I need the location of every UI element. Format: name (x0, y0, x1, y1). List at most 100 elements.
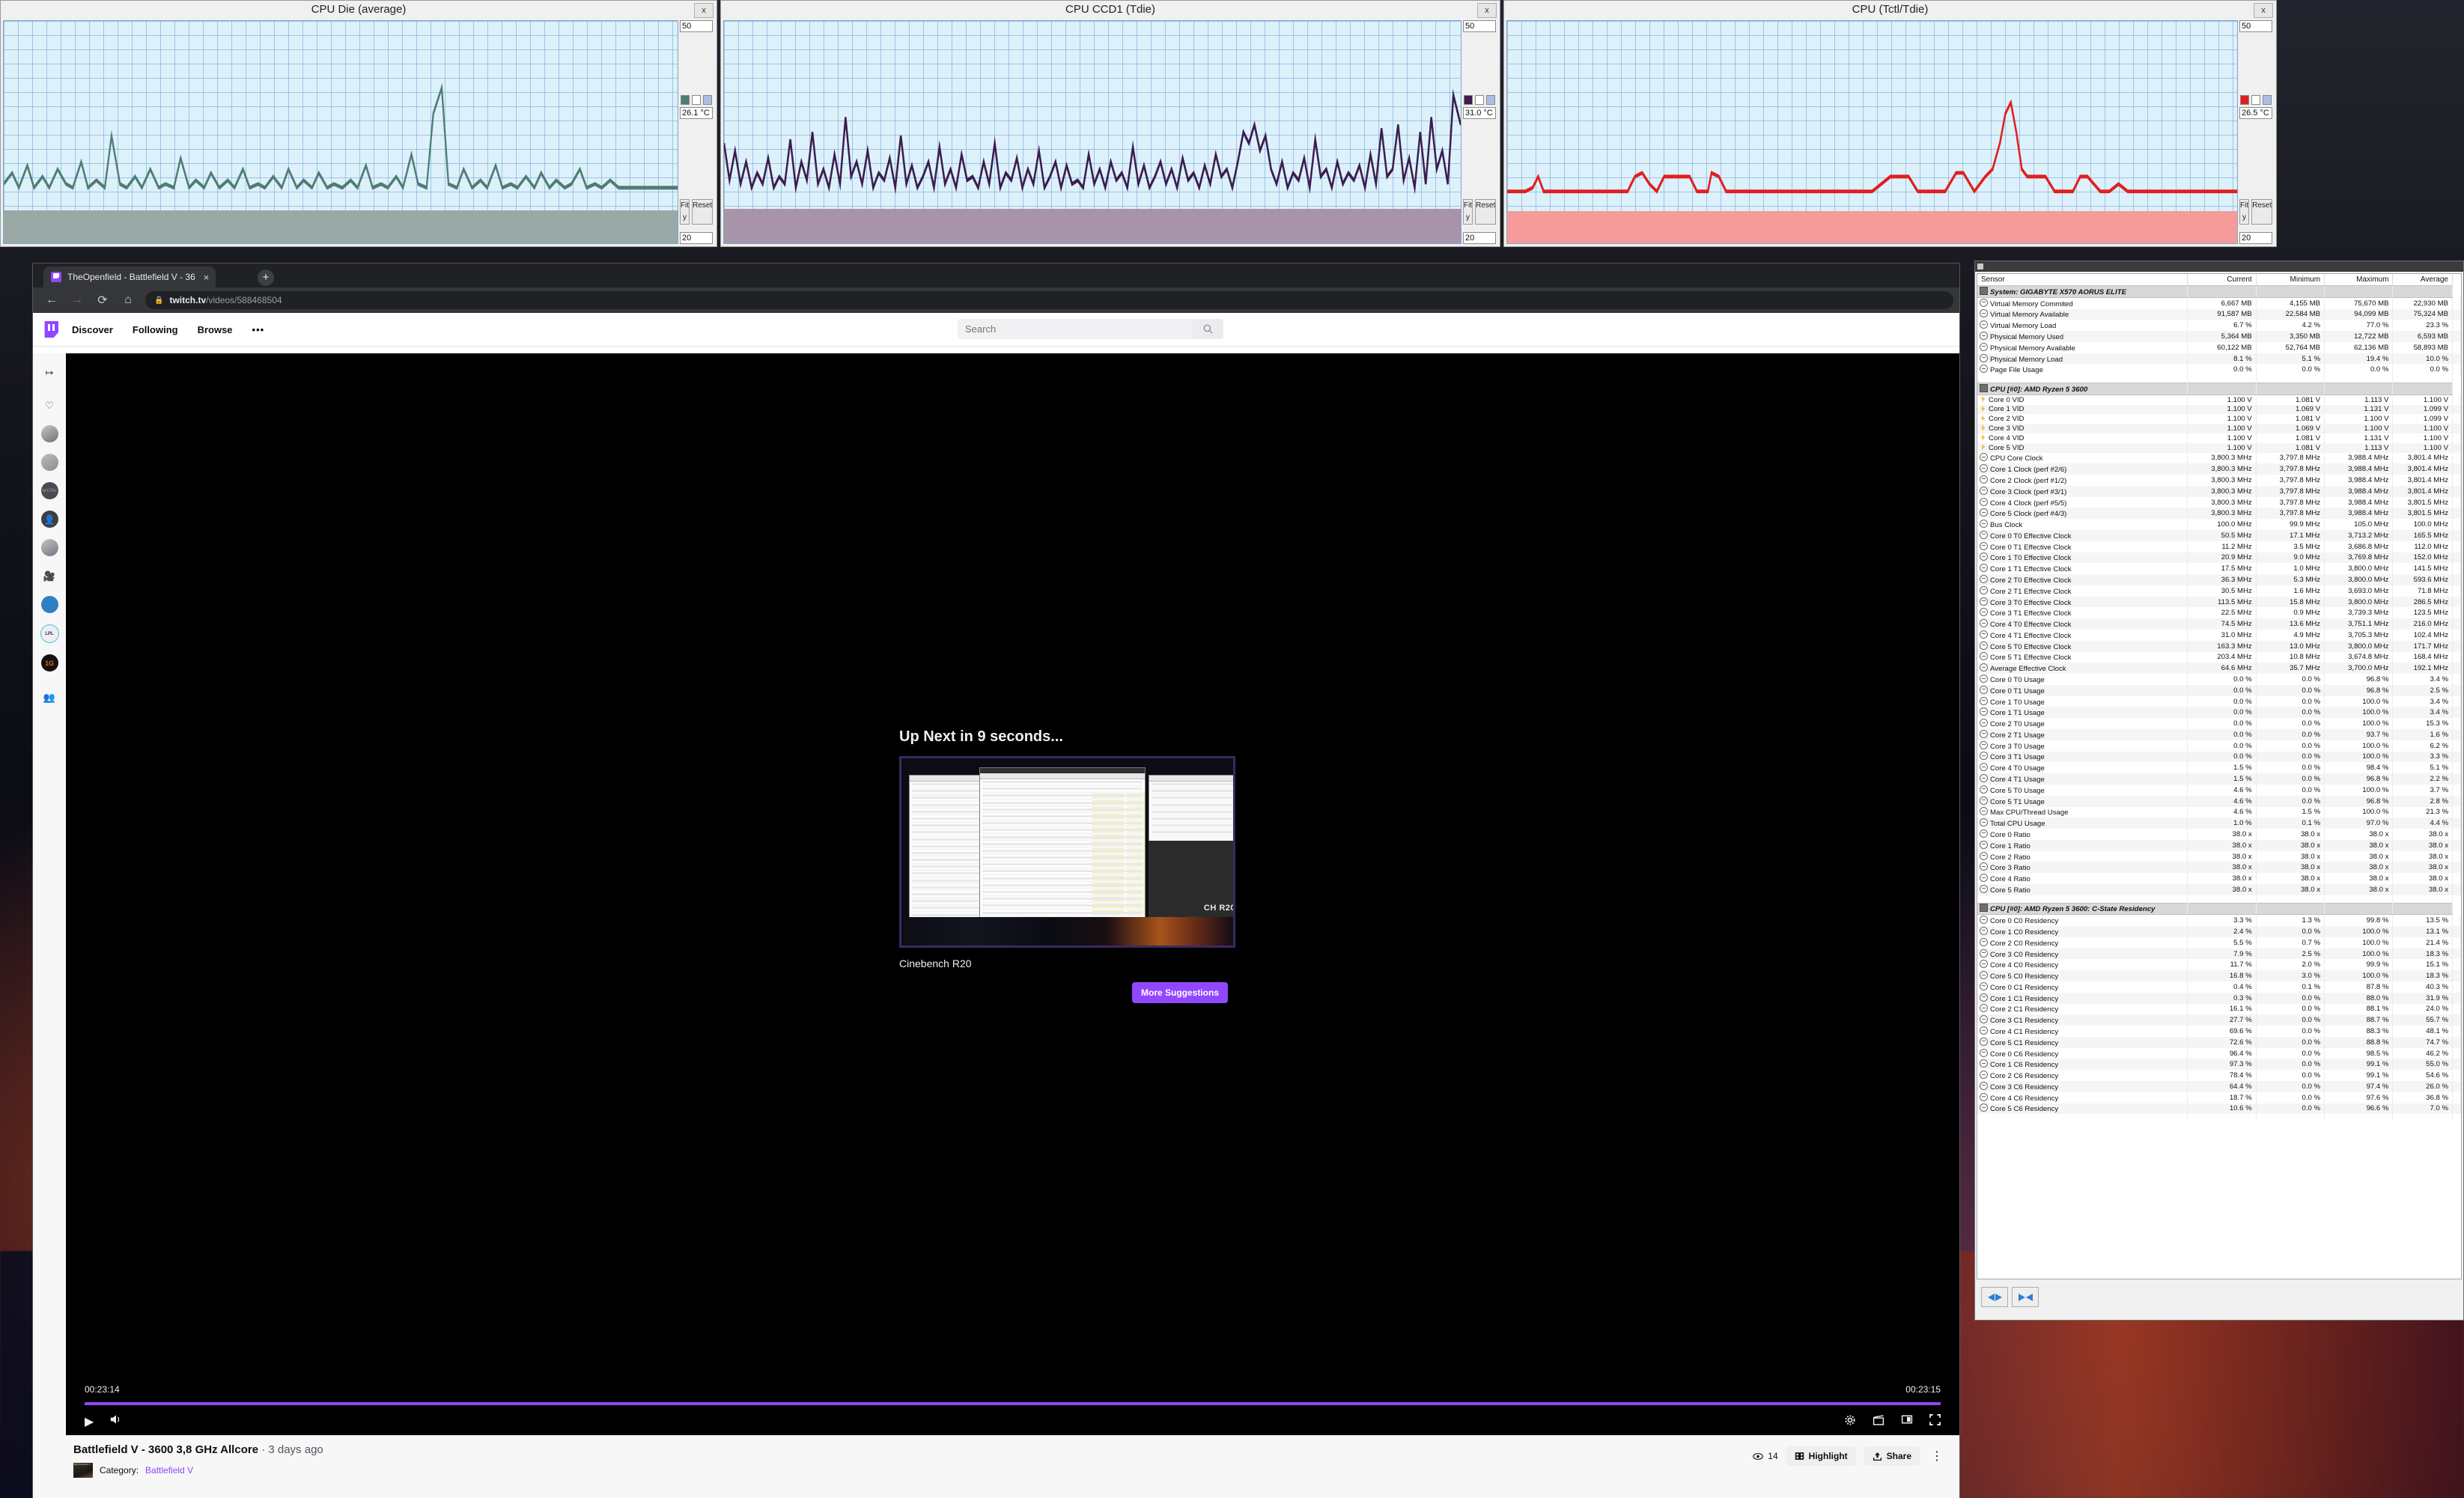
more-options-icon[interactable]: ⋮ (1928, 1449, 1946, 1464)
sensor-row[interactable]: Core 5 T1 Effective Clock203.4 MHz10.8 M… (1977, 652, 2461, 663)
sensor-row[interactable]: Core 3 C1 Residency27.7 %0.0 %88.7 %55.7… (1977, 1014, 2461, 1026)
nav-discover[interactable]: Discover (72, 324, 113, 335)
sensor-row[interactable]: Core 4 T0 Effective Clock74.5 MHz13.6 MH… (1977, 618, 2461, 630)
sensor-row[interactable]: Core 4 VID1.100 V1.081 V1.131 V1.100 V (1977, 433, 2461, 443)
up-next-thumbnail[interactable]: CH R20mputer's performance capabilitiess… (899, 756, 1235, 948)
sensor-row[interactable]: CPU Core Clock3,800.3 MHz3,797.8 MHz3,98… (1977, 453, 2461, 464)
volume-icon[interactable] (110, 1414, 122, 1429)
avatar-couple[interactable] (41, 454, 58, 471)
forward-icon[interactable]: → (64, 290, 90, 311)
player-stage[interactable]: Up Next in 9 seconds... CH R20mputer's p… (66, 353, 1959, 1378)
graph-ymin[interactable]: 20 (2239, 232, 2272, 244)
sensor-row[interactable]: Core 3 T0 Effective Clock113.5 MHz15.8 M… (1977, 597, 2461, 608)
avatar-blue-logo[interactable] (41, 596, 58, 613)
fit-y-button[interactable]: Fit y (2239, 199, 2249, 225)
graph-window-cpu-ccd1[interactable]: CPU CCD1 (Tdie) x 50 31.0 °C Fit y Reset… (720, 0, 1500, 247)
sensor-row[interactable]: Core 1 C1 Residency0.3 %0.0 %88.0 %31.9 … (1977, 993, 2461, 1004)
share-button[interactable]: Share (1864, 1446, 1920, 1466)
close-icon[interactable]: x (694, 3, 714, 18)
sensor-row[interactable]: Core 4 T0 Usage1.5 %0.0 %98.4 %5.1 % (1977, 762, 2461, 773)
sensor-row[interactable]: Virtual Memory Load6.7 %4.2 %77.0 %23.3 … (1977, 320, 2461, 331)
sensor-group-row[interactable]: System: GIGABYTE X570 AORUS ELITE (1977, 286, 2461, 298)
sensor-row[interactable]: Core 3 Ratio38.0 x38.0 x38.0 x38.0 x (1977, 862, 2461, 873)
sensor-row[interactable]: Core 3 C6 Residency64.4 %0.0 %97.4 %26.0… (1977, 1081, 2461, 1092)
sensor-row[interactable]: Core 5 VID1.100 V1.081 V1.113 V1.100 V (1977, 443, 2461, 453)
series-color-swatch[interactable] (681, 95, 690, 105)
grid-color-swatch[interactable] (1486, 95, 1495, 105)
nav-browse[interactable]: Browse (198, 324, 233, 335)
sensor-row[interactable]: Core 3 T1 Effective Clock22.5 MHz0.9 MHz… (1977, 607, 2461, 618)
sensor-row[interactable]: Core 1 C0 Residency2.4 %0.0 %100.0 %13.1… (1977, 926, 2461, 937)
graph-ymax[interactable]: 50 (680, 20, 713, 32)
sensor-row[interactable]: Core 2 C0 Residency5.5 %0.7 %100.0 %21.4… (1977, 937, 2461, 949)
graph-ymin[interactable]: 20 (1463, 232, 1496, 244)
sensor-row[interactable]: Virtual Memory Available91,587 MB22,584 … (1977, 309, 2461, 320)
sensor-row[interactable]: Core 1 Clock (perf #2/6)3,800.3 MHz3,797… (1977, 463, 2461, 475)
sensor-row[interactable]: Core 0 T0 Effective Clock50.5 MHz17.1 MH… (1977, 530, 2461, 541)
close-icon[interactable]: x (1477, 3, 1497, 18)
search-input[interactable] (958, 319, 1192, 339)
search-container[interactable] (958, 319, 1223, 339)
reset-button[interactable]: Reset (1475, 199, 1496, 225)
twitch-logo-icon[interactable] (43, 321, 58, 338)
clip-icon[interactable] (1873, 1414, 1884, 1430)
close-icon[interactable]: × (201, 272, 212, 283)
avatar-helmet[interactable] (41, 539, 58, 556)
sensor-row[interactable]: Core 2 T0 Effective Clock36.3 MHz5.3 MHz… (1977, 574, 2461, 585)
sensor-row[interactable]: Core 5 C1 Residency72.6 %0.0 %88.8 %74.7… (1977, 1037, 2461, 1048)
fullscreen-icon[interactable] (1929, 1414, 1941, 1430)
sensor-row[interactable]: Core 4 T1 Usage1.5 %0.0 %96.8 %2.2 % (1977, 773, 2461, 785)
sensor-row[interactable]: Core 2 T1 Usage0.0 %0.0 %93.7 %1.6 % (1977, 729, 2461, 740)
sensor-row[interactable]: Core 4 C1 Residency69.6 %0.0 %88.3 %48.1… (1977, 1026, 2461, 1037)
sensor-row[interactable]: Core 4 Ratio38.0 x38.0 x38.0 x38.0 x (1977, 873, 2461, 884)
sensor-group-row[interactable]: CPU [#0]: AMD Ryzen 5 3600 (1977, 383, 2461, 395)
expand-all-button[interactable] (1981, 1287, 2008, 1307)
graph-ymax[interactable]: 50 (1463, 20, 1496, 32)
col-minimum[interactable]: Minimum (2256, 274, 2324, 286)
sensor-row[interactable]: Core 1 T1 Usage0.0 %0.0 %100.0 %3.4 % (1977, 707, 2461, 718)
back-icon[interactable]: ← (39, 290, 64, 311)
close-icon[interactable]: x (2254, 3, 2273, 18)
sensor-row[interactable]: Core 0 T1 Effective Clock11.2 MHz3.5 MHz… (1977, 541, 2461, 552)
reload-icon[interactable]: ⟳ (90, 290, 115, 311)
sensor-row[interactable]: Core 4 C6 Residency18.7 %0.0 %97.6 %36.8… (1977, 1092, 2461, 1103)
category-boxart[interactable] (73, 1463, 93, 1478)
sensor-row[interactable]: Physical Memory Used5,364 MB3,350 MB12,7… (1977, 331, 2461, 342)
sensor-row[interactable]: Core 0 T1 Usage0.0 %0.0 %96.8 %2.5 % (1977, 685, 2461, 696)
friends-icon[interactable]: 👥 (41, 689, 58, 706)
more-suggestions-button[interactable]: More Suggestions (1132, 982, 1228, 1003)
sensor-row[interactable]: Core 3 C0 Residency7.9 %2.5 %100.0 %18.3… (1977, 949, 2461, 960)
sensor-row[interactable]: Core 3 VID1.100 V1.069 V1.100 V1.100 V (1977, 424, 2461, 433)
grid-color-swatch[interactable] (703, 95, 712, 105)
sensor-row[interactable]: Core 5 C0 Residency16.8 %3.0 %100.0 %18.… (1977, 970, 2461, 981)
sensor-row[interactable]: Physical Memory Available60,122 MB52,764… (1977, 342, 2461, 353)
highlight-button[interactable]: Highlight (1786, 1446, 1856, 1466)
sensor-row[interactable]: Core 2 C1 Residency16.1 %0.0 %88.1 %24.0… (1977, 1004, 2461, 1015)
seek-bar[interactable] (85, 1402, 1941, 1405)
video-player[interactable]: Up Next in 9 seconds... CH R20mputer's p… (66, 353, 1959, 1498)
play-button[interactable]: ▶ (85, 1414, 94, 1429)
graph-ymax[interactable]: 50 (2239, 20, 2272, 32)
col-maximum[interactable]: Maximum (2325, 274, 2393, 286)
sensor-row[interactable]: Core 0 VID1.100 V1.081 V1.113 V1.100 V (1977, 395, 2461, 404)
settings-gear-icon[interactable] (1844, 1414, 1856, 1430)
video-camera-icon[interactable]: 🎥 (41, 567, 58, 585)
avatar-generic-user[interactable]: 👤 (41, 511, 58, 528)
sensor-row[interactable]: Average Effective Clock64.6 MHz35.7 MHz3… (1977, 663, 2461, 674)
grid-color-swatch[interactable] (2263, 95, 2272, 105)
reset-button[interactable]: Reset (692, 199, 713, 225)
sensor-row[interactable]: Core 0 C6 Residency96.4 %0.0 %98.5 %46.2… (1977, 1048, 2461, 1059)
nav-following[interactable]: Following (133, 324, 178, 335)
hwinfo-sensors-window[interactable]: Sensor Current Minimum Maximum Average S… (1974, 261, 2464, 1321)
heart-icon[interactable]: ♡ (41, 397, 58, 414)
sensor-row[interactable]: Core 0 T0 Usage0.0 %0.0 %96.8 %3.4 % (1977, 674, 2461, 685)
sensor-row[interactable]: Core 3 Clock (perf #3/1)3,800.3 MHz3,797… (1977, 486, 2461, 497)
graph-window-cpu-die[interactable]: CPU Die (average) x 50 26.1 °C Fit y Res… (0, 0, 717, 247)
hwinfo-titlebar[interactable] (1975, 261, 2463, 272)
bg-color-swatch[interactable] (2251, 95, 2260, 105)
player-controls[interactable]: 00:23:14 00:23:15 ▶ (66, 1378, 1959, 1435)
search-icon[interactable] (1192, 319, 1223, 339)
avatar-anime[interactable] (41, 425, 58, 442)
sensor-row[interactable]: Core 5 T0 Effective Clock163.3 MHz13.0 M… (1977, 641, 2461, 652)
sensor-row[interactable]: Core 5 Clock (perf #4/3)3,800.3 MHz3,797… (1977, 508, 2461, 519)
